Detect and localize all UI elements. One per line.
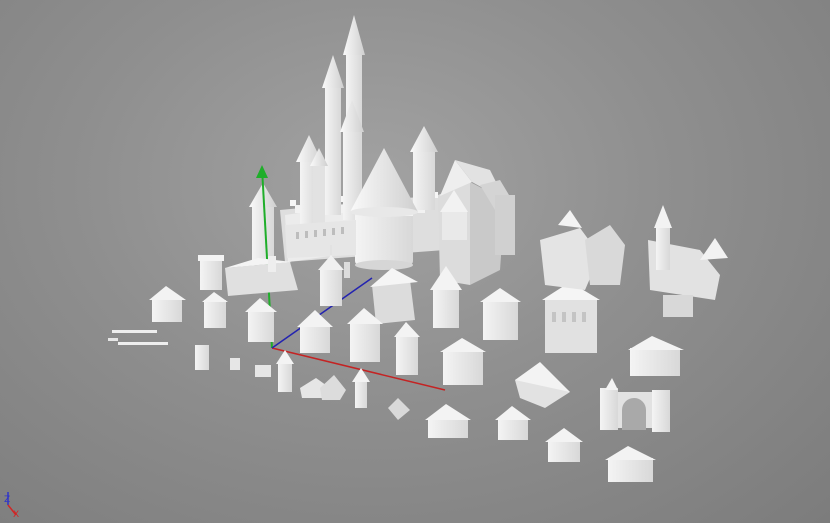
small-building-models[interactable] [149,286,684,385]
castle-model[interactable] [249,15,515,285]
y-axis-arrow [256,165,268,178]
gizmo-z-label: Z [4,495,11,505]
gizmo-x-label: X [13,510,20,520]
3d-viewport[interactable]: Z X [0,0,830,523]
scene-canvas [7,15,728,516]
